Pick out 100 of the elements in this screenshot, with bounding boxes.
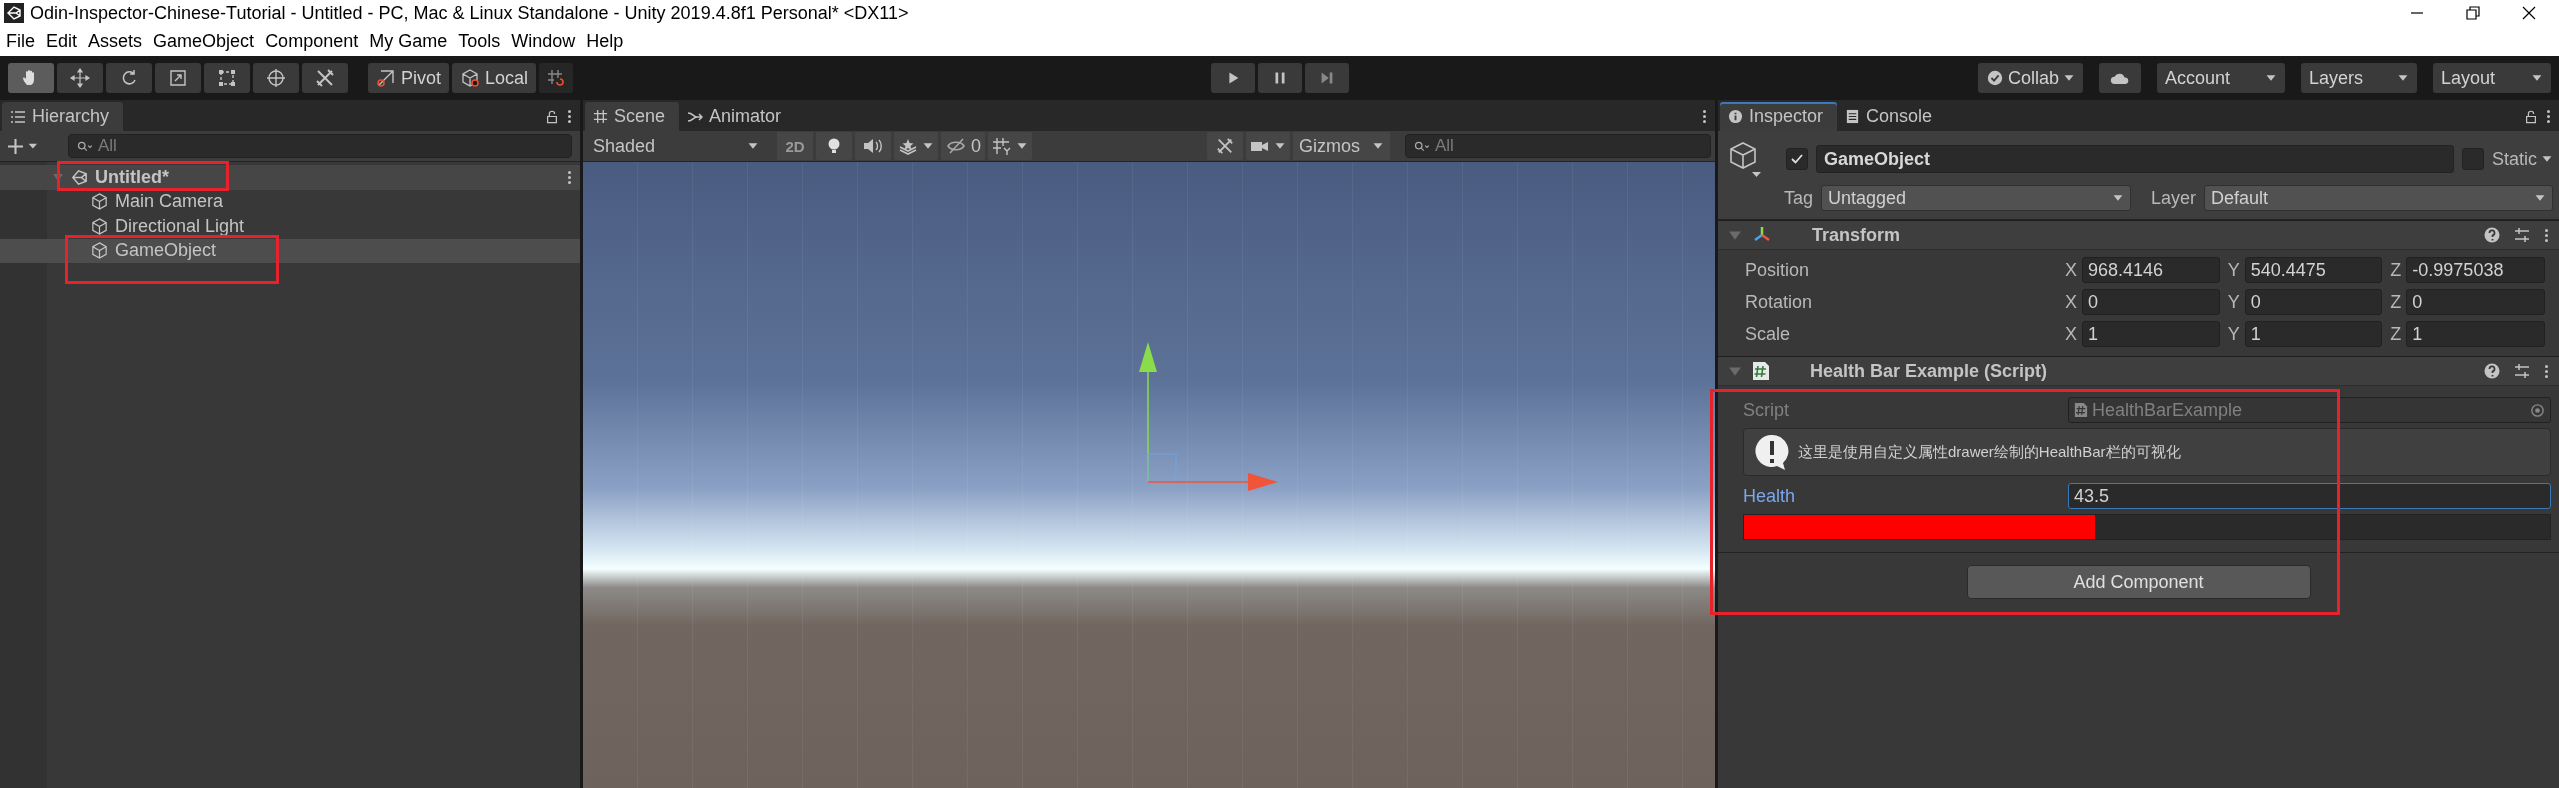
- gizmos-dropdown[interactable]: Gizmos: [1293, 132, 1390, 160]
- animator-tab[interactable]: Animator: [679, 102, 796, 131]
- tool-button[interactable]: [253, 63, 299, 93]
- menu-item[interactable]: Window: [511, 30, 576, 52]
- light-bulb-button[interactable]: [816, 132, 852, 160]
- account-dropdown[interactable]: Account: [2157, 63, 2285, 93]
- hierarchy-tab[interactable]: Hierarchy: [2, 102, 124, 131]
- number-field[interactable]: 0: [2406, 289, 2545, 315]
- grid-snap-button[interactable]: [988, 132, 1032, 160]
- number-field[interactable]: 540.4475: [2244, 257, 2383, 283]
- playback-button[interactable]: [1257, 63, 1302, 93]
- menu-item[interactable]: Edit: [46, 30, 78, 52]
- console-tab[interactable]: Console: [1837, 102, 1947, 131]
- tools-icon: [315, 68, 335, 88]
- tool-button[interactable]: [106, 63, 152, 93]
- tools-button[interactable]: [1207, 132, 1243, 160]
- help-icon[interactable]: [2484, 227, 2500, 243]
- axis-label: X: [2065, 291, 2077, 313]
- number-field[interactable]: 0: [2244, 289, 2383, 315]
- object-name-field[interactable]: GameObject: [1816, 145, 2454, 173]
- playback-button[interactable]: [1210, 63, 1255, 93]
- more-icon[interactable]: [1702, 108, 1707, 125]
- layers-effect-button[interactable]: [894, 132, 938, 160]
- lock-icon[interactable]: [545, 109, 559, 124]
- number-field[interactable]: 1: [2244, 321, 2383, 347]
- collab-dropdown[interactable]: Collab: [1977, 63, 2083, 93]
- tool-button[interactable]: [57, 63, 103, 93]
- axis-label: Z: [2390, 259, 2402, 281]
- grid-snap-button[interactable]: [539, 63, 574, 93]
- menu-item[interactable]: Assets: [88, 30, 143, 52]
- cloud-button[interactable]: [2099, 63, 2141, 93]
- menu-item[interactable]: Help: [586, 30, 624, 52]
- preset-icon[interactable]: [2514, 227, 2530, 243]
- more-icon[interactable]: [2544, 362, 2549, 380]
- property-label: Rotation: [1745, 291, 1814, 313]
- hierarchy-item[interactable]: GameObject: [0, 238, 580, 263]
- number-field[interactable]: 1: [2082, 321, 2220, 347]
- menu-item[interactable]: GameObject: [153, 30, 255, 52]
- more-icon[interactable]: [567, 108, 572, 125]
- move-tool-icon: [70, 68, 90, 88]
- close-icon[interactable]: [2521, 5, 2537, 21]
- create-dropdown-icon[interactable]: [8, 136, 38, 156]
- grid-icon: [593, 109, 608, 124]
- caret-icon: [1016, 141, 1028, 151]
- number-field[interactable]: 1: [2406, 321, 2545, 347]
- layers-dropdown[interactable]: Layers: [2301, 63, 2417, 93]
- hierarchy-item[interactable]: Main Camera: [0, 189, 580, 214]
- playback-button[interactable]: [1304, 63, 1349, 93]
- help-icon[interactable]: [2484, 363, 2500, 379]
- caret-icon: [2531, 73, 2543, 83]
- menu-item[interactable]: File: [6, 30, 35, 52]
- scene-tab[interactable]: Scene: [585, 102, 680, 131]
- camera-button[interactable]: [1246, 132, 1290, 160]
- static-checkbox[interactable]: [2461, 148, 2484, 170]
- caret-icon: [2112, 193, 2125, 203]
- menu-item[interactable]: Tools: [458, 30, 501, 52]
- tool-button[interactable]: [204, 63, 250, 93]
- health-field[interactable]: 43.5: [2068, 483, 2551, 509]
- hierarchy-item[interactable]: Directional Light: [0, 214, 580, 239]
- more-icon[interactable]: [567, 168, 572, 186]
- object-picker-icon[interactable]: [2530, 402, 2545, 418]
- window-title: Odin-Inspector-Chinese-Tutorial - Untitled - PC, Mac & Linux Standalone - Unity 2019.4.8f1 Personal* <DX11>: [30, 2, 909, 24]
- shading-dropdown[interactable]: Shaded: [587, 133, 765, 159]
- unity-logo-icon: [4, 3, 24, 23]
- add-component-button[interactable]: Add Component: [1966, 565, 2311, 599]
- active-checkbox[interactable]: [1786, 148, 1808, 170]
- layout-dropdown[interactable]: Layout: [2433, 63, 2551, 93]
- check-icon: [1790, 152, 1804, 166]
- hidden-eye-icon: [945, 137, 967, 155]
- layer-dropdown[interactable]: Default: [2204, 185, 2553, 211]
- restore-icon[interactable]: [2465, 5, 2481, 21]
- lock-icon[interactable]: [2524, 109, 2538, 124]
- scene-row[interactable]: Untitled*: [0, 165, 580, 190]
- list-icon: [10, 109, 26, 124]
- tool-button[interactable]: [302, 63, 348, 93]
- cube-icon[interactable]: [1728, 141, 1762, 177]
- transform-header[interactable]: Transform: [1718, 220, 2559, 250]
- static-dropdown[interactable]: Static: [2491, 148, 2553, 170]
- preset-icon[interactable]: [2514, 363, 2530, 379]
- inspector-tab[interactable]: Inspector: [1720, 102, 1838, 131]
- axis-label: Z: [2390, 291, 2402, 313]
- caret-icon: [2534, 193, 2546, 203]
- pivot-button[interactable]: Pivot: [368, 63, 450, 93]
- menu-item[interactable]: My Game: [369, 30, 448, 52]
- cube-icon: [460, 68, 481, 88]
- more-icon[interactable]: [2546, 108, 2551, 125]
- speaker-button[interactable]: [855, 132, 891, 160]
- transform-tool-icon: [266, 68, 286, 88]
- caret-icon: [1372, 141, 1384, 151]
- number-field[interactable]: -0.9975038: [2406, 257, 2545, 283]
- menu-item[interactable]: Component: [265, 30, 359, 52]
- number-field[interactable]: 0: [2082, 289, 2220, 315]
- tool-button[interactable]: [8, 63, 54, 93]
- hidden-eye-button[interactable]: 0: [941, 132, 985, 160]
- component-header[interactable]: Health Bar Example (Script): [1718, 356, 2559, 386]
- tag-dropdown[interactable]: Untagged: [1821, 185, 2132, 211]
- local-button[interactable]: Local: [452, 63, 537, 93]
- more-icon[interactable]: [2544, 226, 2549, 244]
- number-field[interactable]: 968.4146: [2082, 257, 2220, 283]
- tool-button[interactable]: [155, 63, 201, 93]
